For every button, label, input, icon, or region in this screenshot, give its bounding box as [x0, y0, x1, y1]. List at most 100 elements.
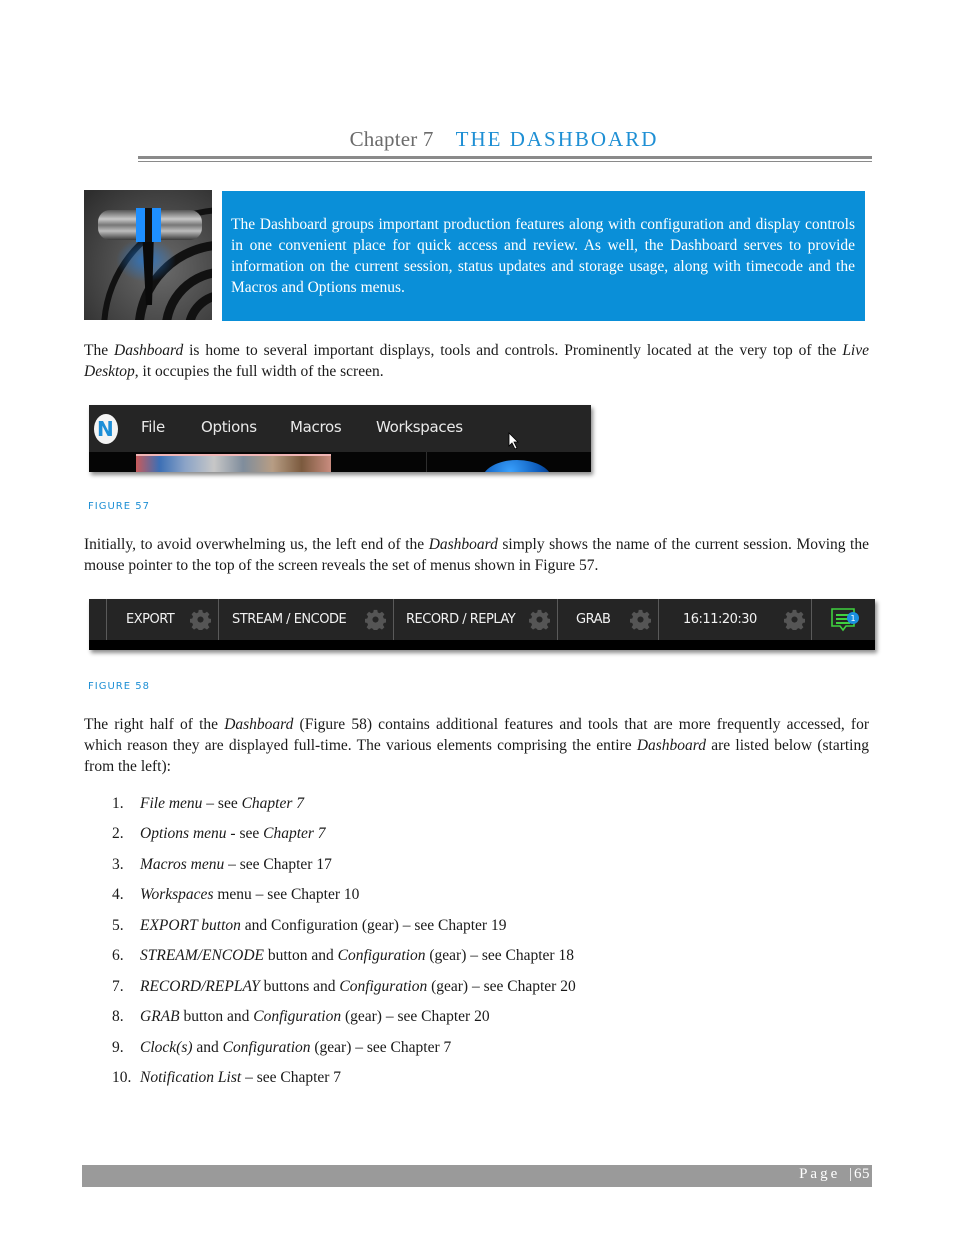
- list-item: 4. Workspaces menu – see Chapter 10: [112, 884, 359, 905]
- list-item: 7. RECORD/REPLAY buttons and Configuratio…: [112, 976, 576, 997]
- emphasis: Clock(s): [140, 1039, 193, 1056]
- separator: [557, 599, 558, 640]
- list-number: 5.: [112, 917, 124, 934]
- emphasis: Chapter 7: [241, 795, 305, 812]
- text: - see: [226, 825, 264, 842]
- emphasis: Configuration: [253, 1008, 342, 1025]
- desktop-strip: [89, 640, 875, 650]
- emphasis: Dashboard: [428, 536, 498, 553]
- footer-bar: [82, 1165, 872, 1187]
- text: buttons and: [259, 978, 340, 995]
- text: (gear) – see Chapter 18: [425, 947, 574, 964]
- newtek-logo-icon[interactable]: N: [94, 414, 118, 444]
- text: – see Chapter 17: [224, 856, 332, 873]
- text: (gear) – see Chapter 20: [427, 978, 576, 995]
- figure-58-caption: FIGURE 58: [88, 681, 150, 692]
- page-number: 65: [854, 1166, 870, 1182]
- emphasis: Notification List: [140, 1069, 242, 1086]
- list-number: 4.: [112, 886, 124, 903]
- chapter-number: Chapter 7: [349, 127, 434, 151]
- text: – see Chapter 7: [241, 1069, 342, 1086]
- media-thumbnail-strip: [136, 454, 331, 472]
- list-number: 2.: [112, 825, 124, 842]
- text: and Configuration (gear) – see Chapter 1…: [240, 917, 507, 934]
- list-item: 8. GRAB button and Configuration (gear) –…: [112, 1006, 490, 1027]
- emphasis: Configuration: [337, 947, 426, 964]
- divider: [426, 452, 427, 472]
- list-number: 3.: [112, 856, 124, 873]
- separator: [393, 599, 394, 640]
- export-button[interactable]: EXPORT: [126, 612, 175, 627]
- paragraph-menus: Initially, to avoid overwhelming us, the…: [84, 534, 869, 576]
- figure-57-menubar-screenshot: N File Options Macros Workspaces: [89, 405, 591, 472]
- menu-macros[interactable]: Macros: [290, 418, 342, 436]
- emphasis: Workspaces: [140, 886, 214, 903]
- t-bar-fader-icon: [84, 190, 212, 320]
- emphasis: Chapter 7: [263, 825, 326, 842]
- logo-letter: N: [97, 417, 114, 441]
- list-item: 1. File menu – see Chapter 7: [112, 793, 304, 814]
- clock-display[interactable]: 16:11:20:30: [683, 612, 757, 627]
- text: The right half of the: [84, 716, 225, 733]
- emphasis: Macros menu: [140, 856, 225, 873]
- menu-workspaces[interactable]: Workspaces: [376, 418, 463, 436]
- heading-rule-thin: [138, 161, 872, 162]
- separator: |: [848, 1166, 852, 1182]
- text: The: [84, 342, 115, 359]
- separator: [106, 599, 107, 640]
- intro-summary-box: The Dashboard groups important productio…: [222, 191, 865, 321]
- heading-rule-thick: [138, 156, 872, 159]
- emphasis: GRAB: [140, 1008, 180, 1025]
- list-number: 7.: [112, 978, 124, 995]
- list-number: 9.: [112, 1039, 124, 1056]
- list-item: 6. STREAM/ENCODE button and Configuration…: [112, 945, 574, 966]
- stream-encode-button[interactable]: STREAM / ENCODE: [232, 612, 347, 627]
- record-gear-icon[interactable]: [529, 609, 550, 630]
- emphasis: Configuration: [339, 978, 428, 995]
- paragraph-right-half: The right half of the Dashboard (Figure …: [84, 714, 869, 777]
- list-item: 10. Notification List – see Chapter 7: [112, 1067, 341, 1088]
- grab-gear-icon[interactable]: [630, 609, 651, 630]
- emphasis: RECORD/REPLAY: [140, 978, 260, 995]
- chapter-heading: Chapter 7 THE DASHBOARD: [0, 127, 954, 152]
- paragraph-intro: The Dashboard is home to several importa…: [84, 340, 869, 382]
- separator: [811, 599, 812, 640]
- list-item: 3. Macros menu – see Chapter 17: [112, 854, 332, 875]
- text: button and: [179, 1008, 254, 1025]
- chapter-title: THE DASHBOARD: [455, 127, 659, 151]
- list-number: 10.: [112, 1069, 132, 1086]
- text: is home to several important displays, t…: [183, 342, 843, 359]
- notification-list-icon[interactable]: 1: [830, 607, 860, 635]
- text: and: [192, 1039, 223, 1056]
- list-item: 2. Options menu - see Chapter 7: [112, 823, 326, 844]
- grab-button[interactable]: GRAB: [576, 612, 611, 627]
- separator: [658, 599, 659, 640]
- text: button and: [264, 947, 338, 964]
- emphasis: File menu: [140, 795, 203, 812]
- text: (gear) – see Chapter 20: [341, 1008, 490, 1025]
- list-number: 1.: [112, 795, 124, 812]
- emphasis: Dashboard: [636, 737, 706, 754]
- emphasis: Options menu: [140, 825, 227, 842]
- list-number: 8.: [112, 1008, 124, 1025]
- mouse-pointer-icon: [508, 432, 519, 450]
- emphasis: STREAM/ENCODE: [140, 947, 264, 964]
- text: (gear) – see Chapter 7: [310, 1039, 452, 1056]
- export-gear-icon[interactable]: [190, 609, 211, 630]
- list-item: 5. EXPORT button and Configuration (gear)…: [112, 915, 506, 936]
- notification-count-badge: 1: [850, 614, 855, 623]
- text: menu – see Chapter 10: [213, 886, 360, 903]
- separator: [218, 599, 219, 640]
- emphasis: Dashboard: [224, 716, 294, 733]
- record-replay-button[interactable]: RECORD / REPLAY: [406, 612, 516, 627]
- stream-gear-icon[interactable]: [365, 609, 386, 630]
- clock-gear-icon[interactable]: [784, 609, 805, 630]
- list-number: 6.: [112, 947, 124, 964]
- emphasis: Dashboard: [114, 342, 184, 359]
- menu-options[interactable]: Options: [201, 418, 257, 436]
- menu-file[interactable]: File: [141, 418, 165, 436]
- page-number-footer: Page | 65: [799, 1166, 870, 1183]
- emphasis: EXPORT button: [140, 917, 241, 934]
- page-label: Page: [799, 1166, 841, 1182]
- figure-58-dashboard-screenshot: EXPORT STREAM / ENCODE RECORD / REPLAY G…: [89, 599, 875, 650]
